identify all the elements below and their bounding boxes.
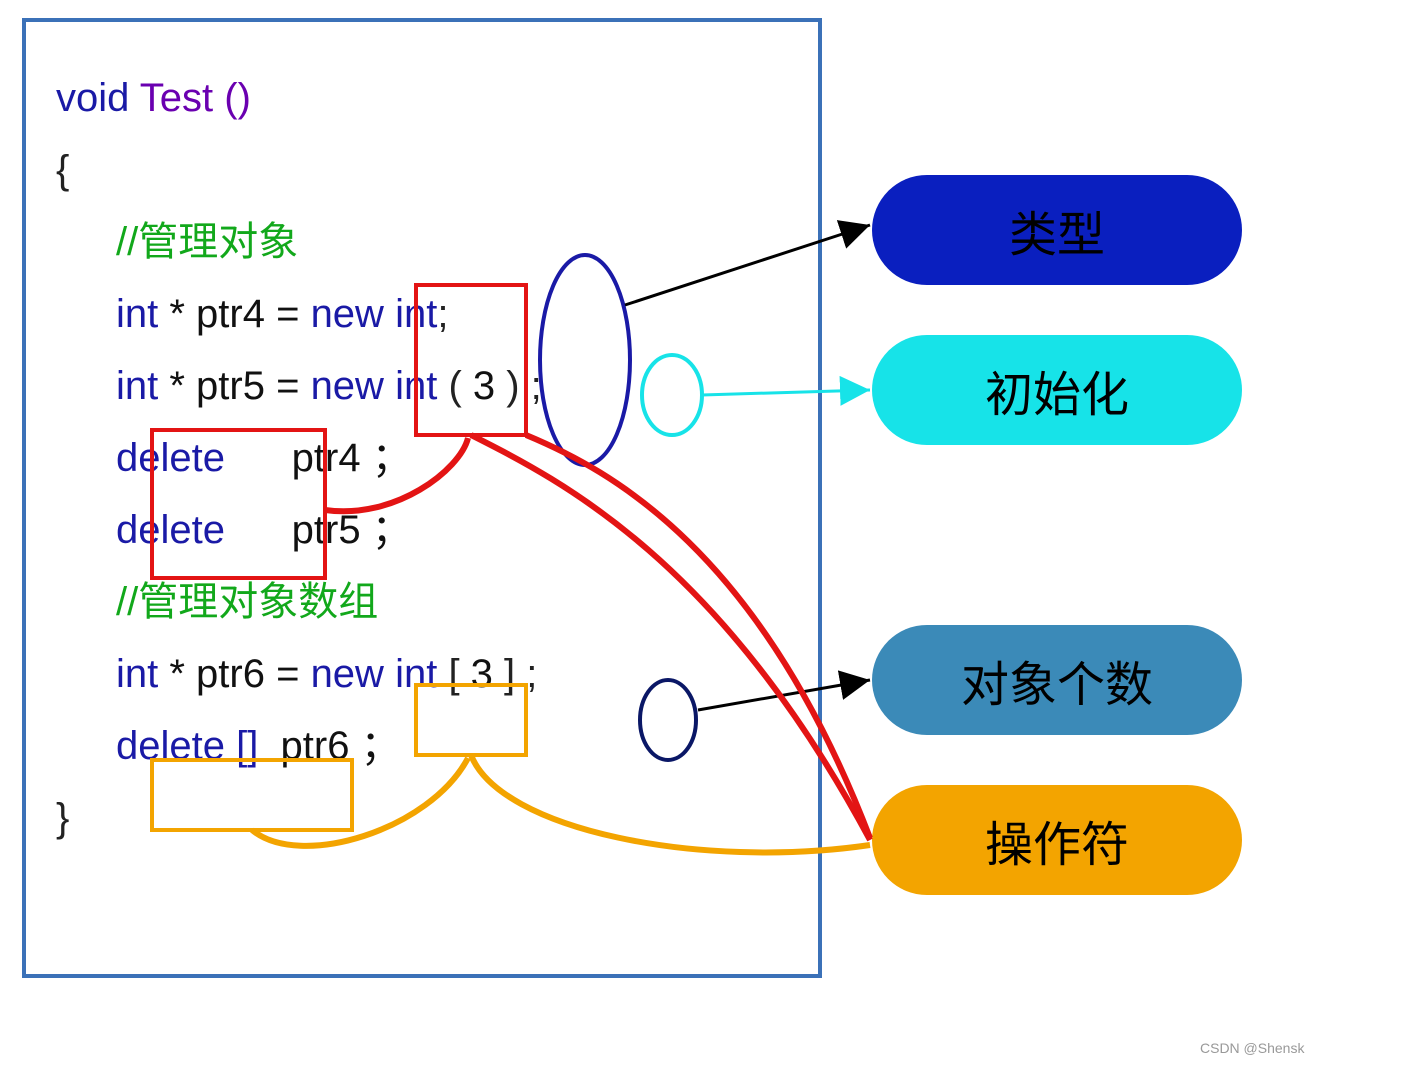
code-line: delete ptr5 ； [56, 494, 788, 566]
code-line: } [56, 782, 788, 854]
callout-init: 初始化 [872, 335, 1242, 445]
callout-count: 对象个数 [872, 625, 1242, 735]
callout-op: 操作符 [872, 785, 1242, 895]
code-line: delete [] ptr6 ； [56, 710, 788, 782]
code-line: int * ptr4 = new int; [56, 278, 788, 350]
code-line: int * ptr6 = new int [ 3 ] ; [56, 638, 788, 710]
callout-type: 类型 [872, 175, 1242, 285]
code-line: delete ptr4 ； [56, 422, 788, 494]
code-line: { [56, 134, 788, 206]
code-line: void Test () [56, 62, 788, 134]
watermark: CSDN @Shensk [1200, 1040, 1304, 1056]
code-line: int * ptr5 = new int ( 3 ) ; [56, 350, 788, 422]
code-block: void Test () { //管理对象 int * ptr4 = new i… [22, 18, 822, 978]
code-comment: //管理对象数组 [56, 566, 788, 638]
code-comment: //管理对象 [56, 206, 788, 278]
